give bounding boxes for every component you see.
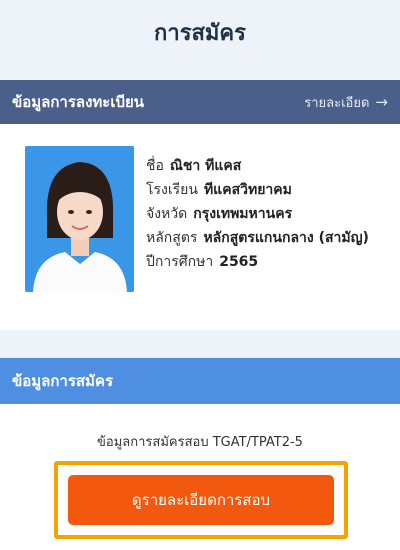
application-card: ข้อมูลการสมัครสอบ TGAT/TPAT2-5 ดูรายละเอ…	[0, 404, 400, 550]
info-row-school: โรงเรียน ทีแคสวิทยาคม	[146, 178, 396, 202]
info-row-name: ชื่อ ณิชา ทีแคส	[146, 154, 396, 178]
info-label: ชื่อ	[146, 158, 164, 174]
application-description: ข้อมูลการสมัครสอบ TGAT/TPAT2-5	[97, 435, 303, 450]
registration-card: ชื่อ ณิชา ทีแคส โรงเรียน ทีแคสวิทยาคม จังห…	[0, 124, 400, 330]
page-header: การสมัคร	[0, 0, 400, 64]
details-link-label: รายละเอียด	[304, 95, 370, 111]
info-value: กรุงเทพมหานคร	[193, 206, 293, 222]
registration-section-header: ข้อมูลการลงทะเบียน รายละเอียด →	[0, 80, 400, 124]
info-row-curriculum: หลักสูตร หลักสูตรแกนกลาง (สามัญ)	[146, 226, 396, 250]
info-value: ณิชา ทีแคส	[169, 158, 242, 174]
info-label: หลักสูตร	[146, 230, 198, 246]
student-photo	[25, 146, 134, 292]
view-exam-details-button[interactable]: ดูรายละเอียดการสอบ	[68, 475, 334, 525]
arrow-right-icon: →	[375, 93, 388, 111]
details-link[interactable]: รายละเอียด →	[304, 92, 388, 113]
info-label: จังหวัด	[146, 206, 188, 222]
info-value: ทีแคสวิทยาคม	[203, 182, 292, 198]
highlight-frame: ดูรายละเอียดการสอบ	[54, 461, 348, 539]
info-label: โรงเรียน	[146, 182, 198, 198]
application-section-title: ข้อมูลการสมัคร	[12, 372, 114, 390]
registration-info: ชื่อ ณิชา ทีแคส โรงเรียน ทีแคสวิทยาคม จังห…	[146, 154, 396, 274]
info-value: หลักสูตรแกนกลาง (สามัญ)	[203, 230, 369, 246]
info-value: 2565	[219, 254, 259, 270]
application-section-header: ข้อมูลการสมัคร	[0, 358, 400, 404]
info-row-academic-year: ปีการศึกษา 2565	[146, 250, 396, 274]
student-portrait-image	[25, 146, 134, 292]
registration-section-title: ข้อมูลการลงทะเบียน	[12, 93, 145, 111]
info-label: ปีการศึกษา	[146, 254, 214, 270]
info-row-province: จังหวัด กรุงเทพมหานคร	[146, 202, 396, 226]
page-title: การสมัคร	[154, 20, 246, 46]
